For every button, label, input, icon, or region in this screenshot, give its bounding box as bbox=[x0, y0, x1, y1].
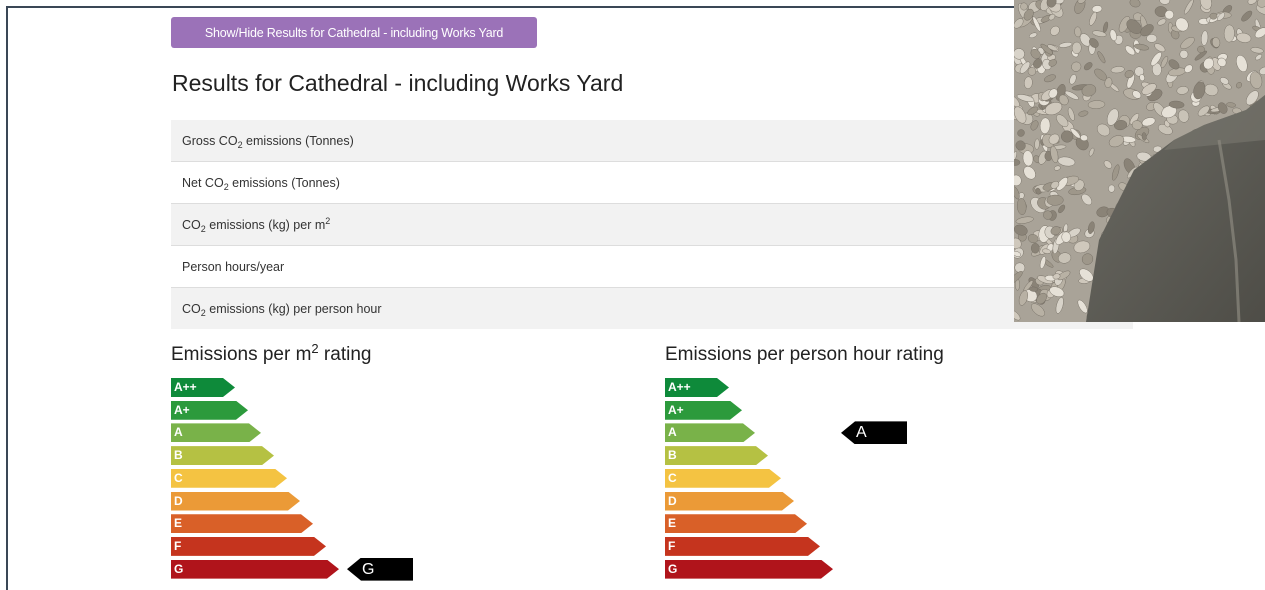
m2-band-g: G bbox=[171, 560, 339, 579]
person-hour-band-a: A bbox=[665, 423, 755, 442]
results-title: Results for Cathedral - including Works … bbox=[172, 70, 624, 96]
person-hours-label: Person hours/year bbox=[171, 245, 1133, 288]
m2-band-b: B bbox=[171, 446, 274, 465]
results-table: Gross CO2 emissions (Tonnes) Net CO2 emi… bbox=[171, 120, 1133, 329]
person-hour-band-d: D bbox=[665, 492, 794, 511]
m2-band-aplusplus: A++ bbox=[171, 378, 235, 397]
table-row: Person hours/year bbox=[171, 245, 1133, 288]
m2-band-d: D bbox=[171, 492, 300, 511]
table-row: CO2 emissions (kg) per m2 bbox=[171, 203, 1133, 246]
net-co2-label: Net CO2 emissions (Tonnes) bbox=[171, 161, 1133, 204]
gravel-photo bbox=[1014, 0, 1265, 322]
m2-band-aplus: A+ bbox=[171, 401, 248, 420]
person-hour-band-c: C bbox=[665, 469, 781, 488]
person-hour-band-e: E bbox=[665, 514, 807, 533]
person-hour-band-aplus: A+ bbox=[665, 401, 742, 420]
person-hour-rating-pointer: A bbox=[841, 421, 907, 445]
person-hour-band-aplusplus: A++ bbox=[665, 378, 729, 397]
m2-band-f: F bbox=[171, 537, 326, 556]
m2-band-a: A bbox=[171, 423, 261, 442]
person-hour-band-b: B bbox=[665, 446, 768, 465]
co2-per-m2-label: CO2 emissions (kg) per m2 bbox=[171, 203, 1133, 246]
m2-band-e: E bbox=[171, 514, 313, 533]
table-row: CO2 emissions (kg) per person hour bbox=[171, 287, 1133, 329]
rating-title-person-hour: Emissions per person hour rating bbox=[665, 344, 944, 365]
show-hide-results-button[interactable]: Show/Hide Results for Cathedral - includ… bbox=[171, 17, 537, 48]
co2-per-person-hour-label: CO2 emissions (kg) per person hour bbox=[171, 287, 1133, 329]
person-hour-band-g: G bbox=[665, 560, 833, 579]
person-hour-band-f: F bbox=[665, 537, 820, 556]
table-row: Net CO2 emissions (Tonnes) bbox=[171, 161, 1133, 204]
window-left-border bbox=[6, 6, 8, 590]
emissions-per-person-hour-rating: Emissions per person hour rating A++ A+ A A… bbox=[665, 344, 944, 370]
table-row: Gross CO2 emissions (Tonnes) bbox=[171, 120, 1133, 162]
m2-rating-pointer: G bbox=[347, 557, 413, 581]
m2-band-c: C bbox=[171, 469, 287, 488]
gross-co2-label: Gross CO2 emissions (Tonnes) bbox=[171, 120, 1133, 162]
rating-title-m2: Emissions per m2 rating bbox=[171, 341, 372, 365]
emissions-per-m2-rating: Emissions per m2 rating A++ A+ A B C D E F G G bbox=[171, 341, 413, 581]
